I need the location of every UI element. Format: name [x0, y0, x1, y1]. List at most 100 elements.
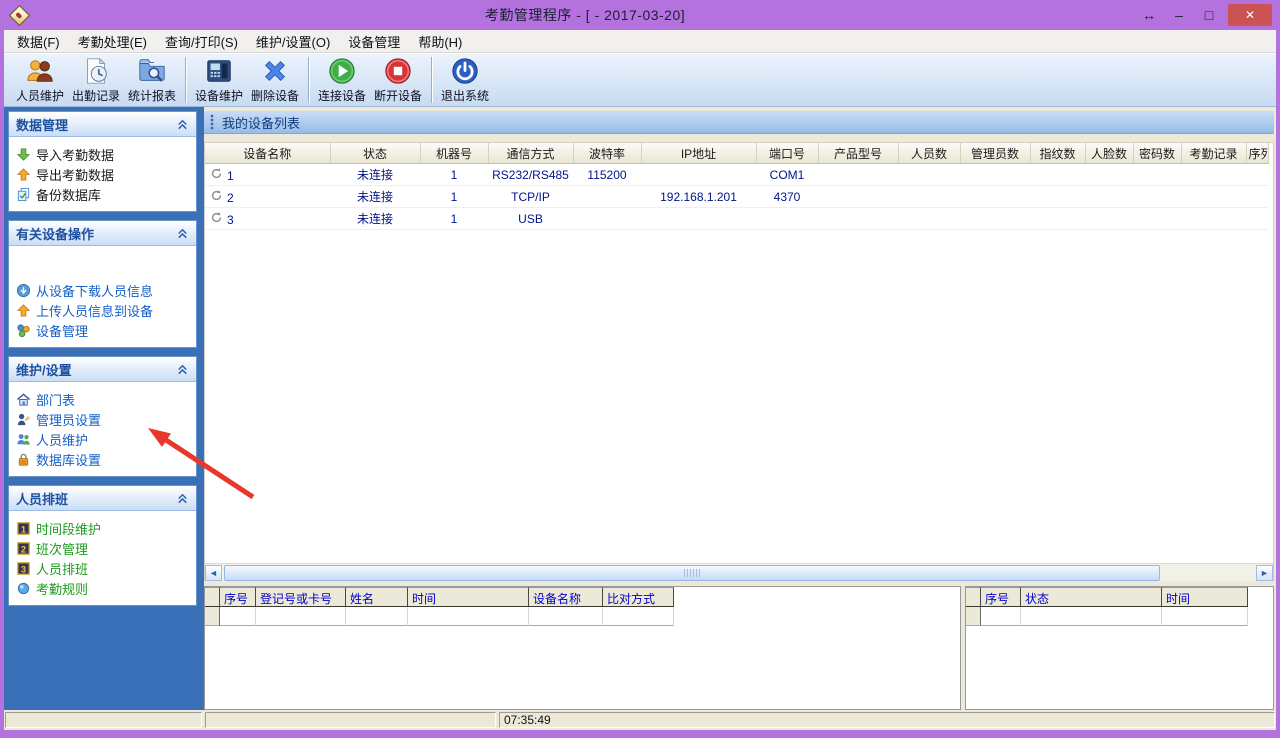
staff-maintenance-icon	[25, 56, 55, 86]
column-header-12[interactable]: 人脸数	[1085, 143, 1133, 164]
device-row[interactable]: 1未连接1RS232/RS485115200COM1	[205, 164, 1268, 186]
section-header-staff-scheduling[interactable]: 人员排班	[9, 486, 196, 511]
sidebar-item-staff-maintain[interactable]: 人员维护	[16, 429, 191, 449]
sidebar-item-backup-database[interactable]: 备份数据库	[16, 184, 191, 204]
sidebar-item-attendance-rule[interactable]: 考勤规则	[16, 578, 191, 598]
device-cell	[818, 186, 898, 208]
menu-item-help[interactable]: 帮助(H)	[409, 29, 471, 54]
grid-column-header: 状态	[1021, 587, 1162, 607]
section-title: 有关设备操作	[16, 224, 94, 243]
device-cell	[641, 208, 756, 230]
bottom-grids-row: 序号登记号或卡号姓名时间设备名称比对方式 序号 状态时间	[204, 586, 1274, 710]
grid-column-header: 时间	[1162, 587, 1248, 607]
device-table-viewport: 设备名称状态机器号通信方式波特率IP地址端口号产品型号人员数管理员数指纹数人脸数…	[205, 143, 1273, 563]
toolbar-button-attendance-records[interactable]: 出勤记录	[68, 54, 124, 106]
toolbar-button-disconnect-device[interactable]: 断开设备	[370, 54, 426, 106]
device-cell	[1085, 186, 1133, 208]
sidebar-item-upload-staff-info[interactable]: 上传人员信息到设备	[16, 300, 191, 320]
device-cell: RS232/RS485	[488, 164, 573, 186]
column-header-9[interactable]: 人员数	[898, 143, 960, 164]
sidebar-item-device-manage[interactable]: 设备管理	[16, 320, 191, 340]
toolbar-button-connect-device[interactable]: 连接设备	[314, 54, 370, 106]
app-logo-icon	[8, 4, 30, 26]
resize-toggle-button[interactable]: ↔	[1134, 4, 1164, 26]
toolbar-separator	[431, 57, 432, 103]
menu-item-device-management[interactable]: 设备管理	[339, 29, 409, 54]
window-title: 考勤管理程序 - [ - 2017-03-20]	[36, 5, 1134, 25]
scroll-left-arrow-icon[interactable]: ◄	[205, 565, 222, 581]
sidebar-item-timeslot-maintain[interactable]: 1时间段维护	[16, 518, 191, 538]
sidebar-item-download-staff-info[interactable]: 从设备下载人员信息	[16, 280, 191, 300]
device-cell	[898, 208, 960, 230]
column-header-1[interactable]: 设备名称	[205, 143, 330, 164]
maximize-button[interactable]: □	[1194, 4, 1224, 26]
exit-system-icon	[450, 56, 480, 86]
titlebar: 考勤管理程序 - [ - 2017-03-20] ↔ – □ ✕	[0, 0, 1280, 30]
sidebar-item-label: 导出考勤数据	[36, 165, 114, 184]
chevron-double-up-icon[interactable]	[176, 363, 189, 376]
close-button[interactable]: ✕	[1228, 4, 1272, 26]
toolbar-button-staff-maintenance[interactable]: 人员维护	[12, 54, 68, 106]
device-cell	[1246, 164, 1268, 186]
device-row[interactable]: 3未连接1USB	[205, 208, 1268, 230]
toolbar-button-statistics-report[interactable]: 统计报表	[124, 54, 180, 106]
section-title: 维护/设置	[16, 360, 72, 379]
horizontal-scrollbar[interactable]: ◄ ►	[205, 563, 1273, 581]
sidebar-item-staff-schedule[interactable]: 3人员排班	[16, 558, 191, 578]
menu-item-data[interactable]: 数据(F)	[8, 29, 69, 54]
sidebar-item-import-data[interactable]: 导入考勤数据	[16, 144, 191, 164]
column-header-10[interactable]: 管理员数	[960, 143, 1030, 164]
device-cell	[1085, 208, 1133, 230]
attendance-rule-icon	[16, 581, 31, 596]
device-cell	[1085, 164, 1133, 186]
grid-header-row: 序号登记号或卡号姓名时间设备名称比对方式	[205, 587, 960, 607]
minimize-button[interactable]: –	[1164, 4, 1194, 26]
device-cell: USB	[488, 208, 573, 230]
toolbar-button-label: 断开设备	[374, 87, 422, 104]
column-header-2[interactable]: 状态	[330, 143, 420, 164]
sidebar-item-export-data[interactable]: 导出考勤数据	[16, 164, 191, 184]
column-header-13[interactable]: 密码数	[1133, 143, 1181, 164]
sidebar-item-shift-management[interactable]: 2班次管理	[16, 538, 191, 558]
sidebar-item-label: 备份数据库	[36, 185, 101, 204]
section-header-data-management[interactable]: 数据管理	[9, 112, 196, 137]
staff-maintain-icon	[16, 432, 31, 447]
toolbar-button-delete-device[interactable]: 删除设备	[247, 54, 303, 106]
section-header-maintenance-setup[interactable]: 维护/设置	[9, 357, 196, 382]
section-body: 1时间段维护2班次管理3人员排班考勤规则	[9, 511, 196, 605]
column-header-6[interactable]: IP地址	[641, 143, 756, 164]
toolbar-button-exit-system[interactable]: 退出系统	[437, 54, 493, 106]
column-header-5[interactable]: 波特率	[573, 143, 641, 164]
grid-column-header: 序号	[220, 587, 256, 607]
column-header-14[interactable]: 考勤记录	[1181, 143, 1246, 164]
toolbar-button-device-maintenance[interactable]: 设备维护	[191, 54, 247, 106]
toolbar-separator	[308, 57, 309, 103]
staff-schedule-icon: 3	[16, 561, 31, 576]
chevron-double-up-icon[interactable]	[176, 227, 189, 240]
column-header-11[interactable]: 指纹数	[1030, 143, 1085, 164]
chevron-double-up-icon[interactable]	[176, 492, 189, 505]
column-header-8[interactable]: 产品型号	[818, 143, 898, 164]
grid-empty-cell	[346, 607, 408, 626]
device-cell	[1030, 186, 1085, 208]
device-cell	[573, 186, 641, 208]
column-header-3[interactable]: 机器号	[420, 143, 488, 164]
toolbar-button-label: 删除设备	[251, 87, 299, 104]
menu-item-maintenance-settings[interactable]: 维护/设置(O)	[247, 29, 339, 54]
attendance-records-icon	[81, 56, 111, 86]
menu-item-attendance-processing[interactable]: 考勤处理(E)	[69, 29, 156, 54]
column-header-4[interactable]: 通信方式	[488, 143, 573, 164]
grid-empty-cell	[256, 607, 346, 626]
column-header-7[interactable]: 端口号	[756, 143, 818, 164]
section-header-device-operations[interactable]: 有关设备操作	[9, 221, 196, 246]
scroll-right-arrow-icon[interactable]: ►	[1256, 565, 1273, 581]
device-row[interactable]: 2未连接1TCP/IP192.168.1.2014370	[205, 186, 1268, 208]
sidebar-item-department-table[interactable]: 部门表	[16, 389, 191, 409]
menu-item-query-print[interactable]: 查询/打印(S)	[156, 29, 247, 54]
scrollbar-thumb[interactable]	[224, 565, 1160, 581]
sidebar-item-database-settings[interactable]: 数据库设置	[16, 449, 191, 469]
sidebar-item-admin-settings[interactable]: 管理员设置	[16, 409, 191, 429]
scrollbar-track[interactable]	[222, 565, 1256, 581]
chevron-double-up-icon[interactable]	[176, 118, 189, 131]
column-header-15[interactable]: 序列号	[1246, 143, 1268, 164]
